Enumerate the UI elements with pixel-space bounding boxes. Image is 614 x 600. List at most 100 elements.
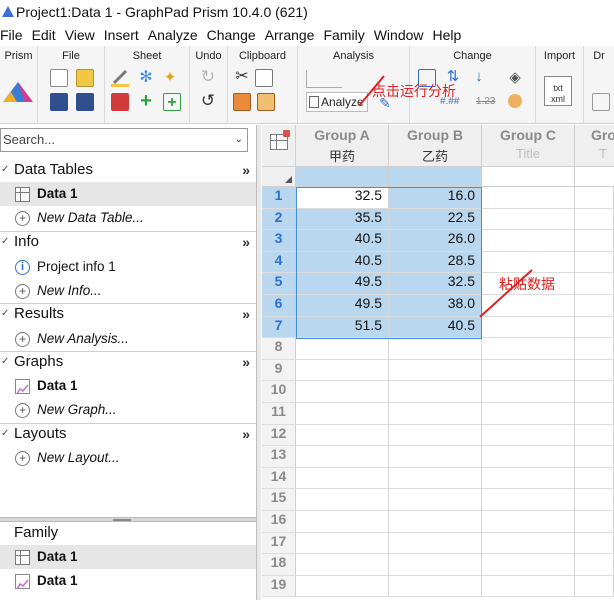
table-cell[interactable]: 26.0 — [389, 230, 482, 252]
column-subtitle[interactable]: T — [575, 146, 614, 161]
table-cell[interactable]: 32.5 — [389, 273, 482, 295]
row-header[interactable]: 10 — [262, 381, 296, 403]
paste-icon[interactable] — [233, 93, 251, 111]
sheet-corner[interactable] — [262, 125, 296, 167]
cut-icon[interactable]: ✂ — [233, 68, 251, 86]
table-cell[interactable] — [482, 338, 575, 360]
table-cell[interactable] — [389, 489, 482, 511]
table-cell[interactable] — [482, 424, 575, 447]
menu-arrange[interactable]: Arrange — [262, 24, 321, 46]
table-cell[interactable]: 38.0 — [389, 295, 482, 317]
open-file-icon[interactable] — [76, 69, 94, 87]
row-header[interactable]: 6 — [262, 295, 296, 317]
table-cell[interactable] — [389, 403, 482, 425]
table-cell[interactable] — [575, 446, 614, 468]
section-graphs[interactable]: ✓ Graphs » — [0, 350, 256, 374]
save-as-icon[interactable] — [76, 93, 94, 111]
family-item-graph[interactable]: Data 1 — [0, 569, 256, 593]
menu-change[interactable]: Change — [204, 24, 262, 46]
table-cell[interactable] — [575, 467, 614, 490]
insert-row-icon[interactable]: + — [163, 93, 181, 111]
row-header[interactable]: 3 — [262, 230, 296, 252]
menu-view[interactable]: View — [62, 24, 101, 46]
table-cell[interactable] — [296, 403, 389, 425]
table-cell[interactable] — [575, 230, 614, 252]
menu-window[interactable]: Window — [371, 24, 430, 46]
collapse-chevron-icon[interactable]: ✓ — [1, 302, 9, 326]
row-header[interactable]: 5 — [262, 273, 296, 295]
table-cell[interactable] — [575, 424, 614, 447]
row-header[interactable]: 19 — [262, 575, 296, 598]
column-subtitle[interactable]: Title — [482, 146, 574, 161]
add-column-icon[interactable]: + — [137, 91, 155, 111]
row-header[interactable]: 14 — [262, 467, 296, 490]
section-info[interactable]: ✓ Info » — [0, 230, 256, 254]
row-header[interactable]: 4 — [262, 251, 296, 274]
column-header-b[interactable]: Group B 乙药 — [389, 125, 482, 167]
section-layouts[interactable]: ✓ Layouts » — [0, 422, 256, 446]
table-cell[interactable] — [575, 338, 614, 360]
table-cell[interactable] — [575, 403, 614, 425]
table-cell[interactable] — [575, 554, 614, 576]
table-cell[interactable] — [389, 424, 482, 447]
section-more-icon[interactable]: » — [242, 350, 250, 374]
copy-icon[interactable] — [255, 69, 273, 87]
nav-item-new-analysis[interactable]: + New Analysis... — [0, 327, 256, 351]
paste-special-icon[interactable] — [257, 93, 275, 111]
table-cell[interactable] — [575, 575, 614, 598]
table-cell[interactable] — [482, 467, 575, 490]
row-header[interactable]: 9 — [262, 359, 296, 382]
color-circle-icon[interactable] — [508, 94, 522, 108]
table-cell[interactable] — [482, 316, 575, 339]
table-cell[interactable] — [296, 424, 389, 447]
section-data-tables[interactable]: ✓ Data Tables » — [0, 158, 256, 182]
table-cell[interactable] — [296, 489, 389, 511]
table-cell[interactable] — [389, 381, 482, 403]
table-cell[interactable] — [389, 359, 482, 382]
table-cell[interactable] — [575, 251, 614, 274]
menu-family[interactable]: Family — [320, 24, 370, 46]
section-more-icon[interactable]: » — [242, 230, 250, 254]
table-cell[interactable] — [296, 359, 389, 382]
undo-icon[interactable]: ↺ — [199, 92, 217, 110]
table-cell[interactable] — [389, 554, 482, 576]
column-header-c[interactable]: Group C Title — [482, 125, 575, 167]
navigator-search-input[interactable]: Search... ⌄ — [0, 128, 248, 152]
nav-item-graph-data-1[interactable]: Data 1 — [0, 374, 256, 398]
draw-shape-icon[interactable] — [592, 93, 610, 111]
analyze-button[interactable]: Analyze — [306, 92, 368, 112]
table-cell[interactable]: 51.5 — [296, 316, 389, 339]
nav-item-new-data-table[interactable]: + New Data Table... — [0, 206, 256, 230]
menu-edit[interactable]: Edit — [29, 24, 62, 46]
nav-item-new-graph[interactable]: + New Graph... — [0, 398, 256, 422]
table-cell[interactable] — [389, 446, 482, 468]
delete-sheet-icon[interactable] — [111, 93, 129, 111]
table-cell[interactable]: 35.5 — [296, 208, 389, 231]
table-cell[interactable]: 40.5 — [389, 316, 482, 339]
table-cell[interactable]: 49.5 — [296, 273, 389, 295]
graph-type-icon[interactable] — [306, 70, 342, 88]
chevron-down-icon[interactable]: ⌄ — [235, 129, 243, 151]
table-cell[interactable] — [575, 381, 614, 403]
collapse-chevron-icon[interactable]: ✓ — [1, 350, 9, 374]
column-subtitle[interactable]: 乙药 — [389, 146, 481, 165]
table-cell[interactable]: 28.5 — [389, 251, 482, 274]
table-cell[interactable] — [482, 532, 575, 555]
table-cell[interactable] — [482, 575, 575, 598]
table-cell[interactable] — [389, 532, 482, 555]
row-header[interactable]: 2 — [262, 208, 296, 231]
family-item-data-table[interactable]: Data 1 — [0, 545, 256, 569]
row-header[interactable]: 17 — [262, 532, 296, 555]
row-header[interactable]: 8 — [262, 338, 296, 360]
section-results[interactable]: ✓ Results » — [0, 302, 256, 326]
import-file-icon[interactable]: txt xml — [544, 76, 572, 106]
column-header-a[interactable]: Group A 甲药 — [296, 125, 389, 167]
nav-item-project-info[interactable]: i Project info 1 — [0, 255, 256, 279]
highlight-pen-icon[interactable] — [111, 69, 129, 87]
fill-color-icon[interactable]: ◈ — [506, 69, 524, 87]
row-header[interactable]: 16 — [262, 511, 296, 533]
table-cell[interactable] — [296, 554, 389, 576]
table-cell[interactable] — [296, 467, 389, 490]
menu-analyze[interactable]: Analyze — [145, 24, 204, 46]
collapse-chevron-icon[interactable]: ✓ — [1, 230, 9, 254]
